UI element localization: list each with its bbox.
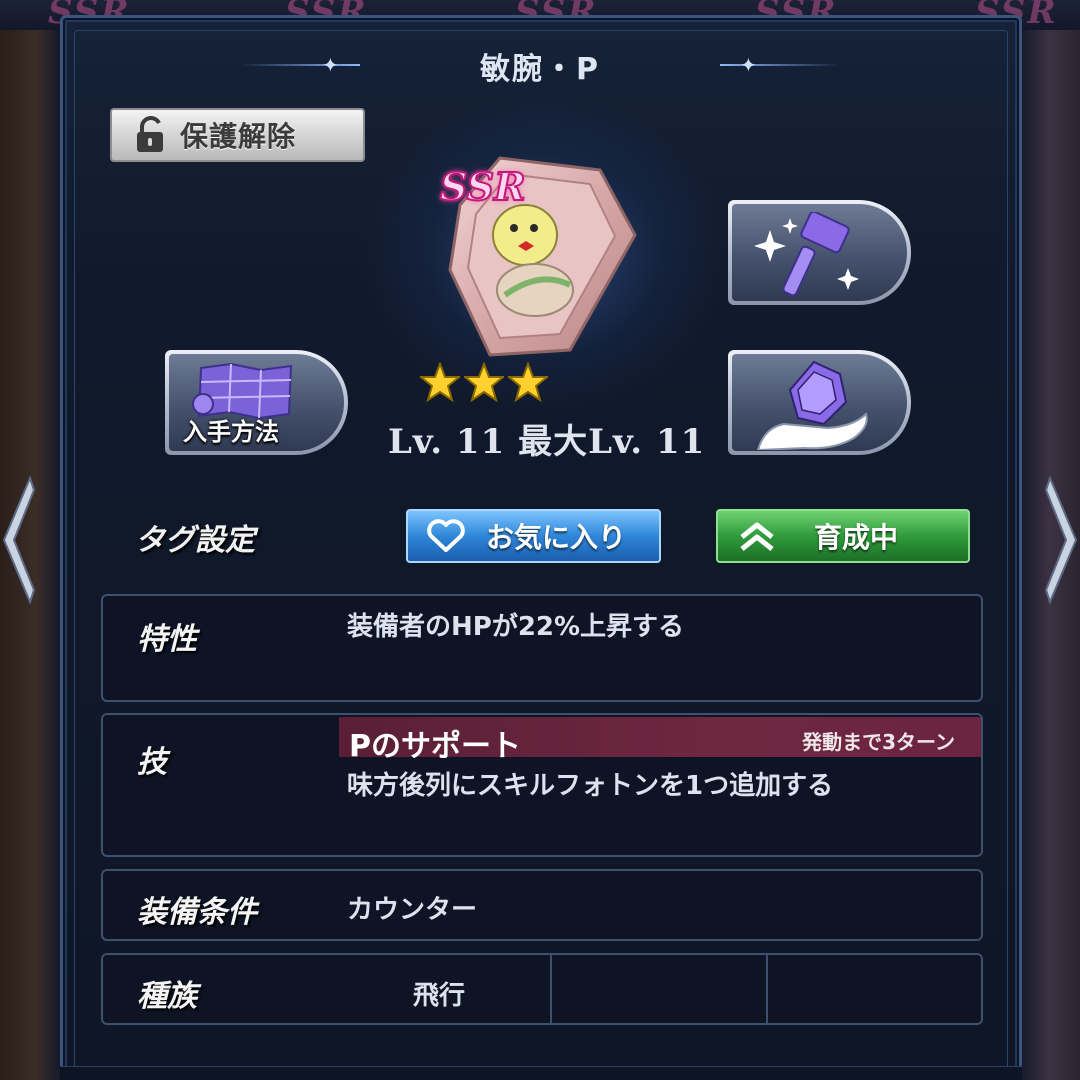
skill-description: 味方後列にスキルフォトンを1つ追加する [347,771,834,801]
enhance-button[interactable] [728,200,911,305]
rarity-badge: SSR [439,163,527,210]
obtain-method-button[interactable]: 入手方法 [165,350,348,455]
obtain-method-label: 入手方法 [183,418,279,446]
hammer-icon [754,212,859,297]
race-box: 種族 飛行 [101,953,983,1025]
unlock-icon [137,116,163,152]
double-chevron-up-icon [740,522,774,551]
trait-text: 装備者のHPが22%上昇する [347,612,685,642]
race-cell [550,955,766,1023]
limit-break-button[interactable] [728,350,911,455]
skill-activation-turns: 発動まで3ターン [802,730,955,754]
skill-name: Pのサポート [349,729,521,764]
unlock-protection-label: 保護解除 [180,120,297,153]
tag-settings-label: タグ設定 [135,523,255,558]
trait-label: 特性 [137,622,197,657]
equip-condition-label: 装備条件 [137,895,257,930]
star-icon [464,362,504,402]
favorite-tag-label: お気に入り [486,521,627,554]
gem-in-hand-icon [756,360,868,450]
equip-condition-box: 装備条件 カウンター [101,869,983,941]
star-icon [420,362,460,402]
star-icon [508,362,548,402]
skill-label: 技 [137,745,167,780]
race-cell [766,955,981,1023]
training-tag-button[interactable]: 育成中 [716,509,970,563]
race-value: 飛行 [413,981,466,1011]
bottom-strip [60,1066,1022,1080]
training-tag-label: 育成中 [814,521,899,554]
race-label: 種族 [137,979,197,1014]
previous-arrow-icon[interactable] [0,470,36,610]
heart-icon [427,519,465,552]
favorite-tag-button[interactable]: お気に入り [406,509,661,563]
equipment-title: 敏腕・P [480,52,600,87]
next-arrow-icon[interactable] [1044,470,1080,610]
trait-box: 特性 装備者のHPが22%上昇する [101,594,983,702]
skill-box: Pのサポート 発動まで3ターン 技 味方後列にスキルフォトンを1つ追加する [101,713,983,857]
unlock-protection-button[interactable]: 保護解除 [110,108,365,162]
equip-condition-text: カウンター [347,895,478,925]
star-rating [420,362,548,402]
sparkle-icon: ✦ [740,53,757,77]
sparkle-icon: ✦ [322,53,339,77]
level-text: Lv. 11 最大Lv. 11 [388,422,706,462]
